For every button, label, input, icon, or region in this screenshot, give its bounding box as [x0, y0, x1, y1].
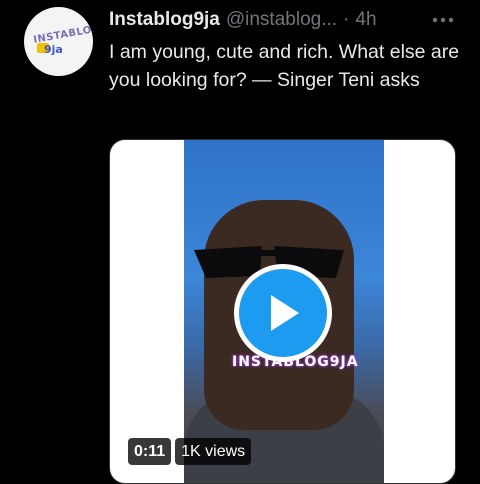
author-handle[interactable]: @instablog... — [226, 9, 337, 31]
more-options-button[interactable] — [430, 8, 456, 32]
tweet-header: Instablog9ja @instablog... · 4h — [109, 8, 377, 32]
author-avatar[interactable]: INSTABLOG 9ja — [24, 7, 93, 76]
author-name[interactable]: Instablog9ja — [109, 9, 220, 31]
header-separator: · — [343, 9, 350, 30]
play-icon — [271, 295, 299, 331]
video-duration: 0:11 — [128, 438, 172, 465]
video-badges: 0:11 1K views — [128, 438, 252, 465]
play-button[interactable] — [234, 264, 332, 362]
more-horizontal-icon — [432, 17, 454, 23]
tweet-timestamp[interactable]: 4h — [355, 9, 376, 31]
video-view-count: 1K views — [175, 438, 252, 465]
avatar-logo-subtext: 9ja — [44, 43, 63, 56]
video-player[interactable]: INSTABLOG9JA 0:11 1K views — [109, 139, 456, 484]
tweet-text: I am young, cute and rich. What else are… — [109, 41, 460, 91]
